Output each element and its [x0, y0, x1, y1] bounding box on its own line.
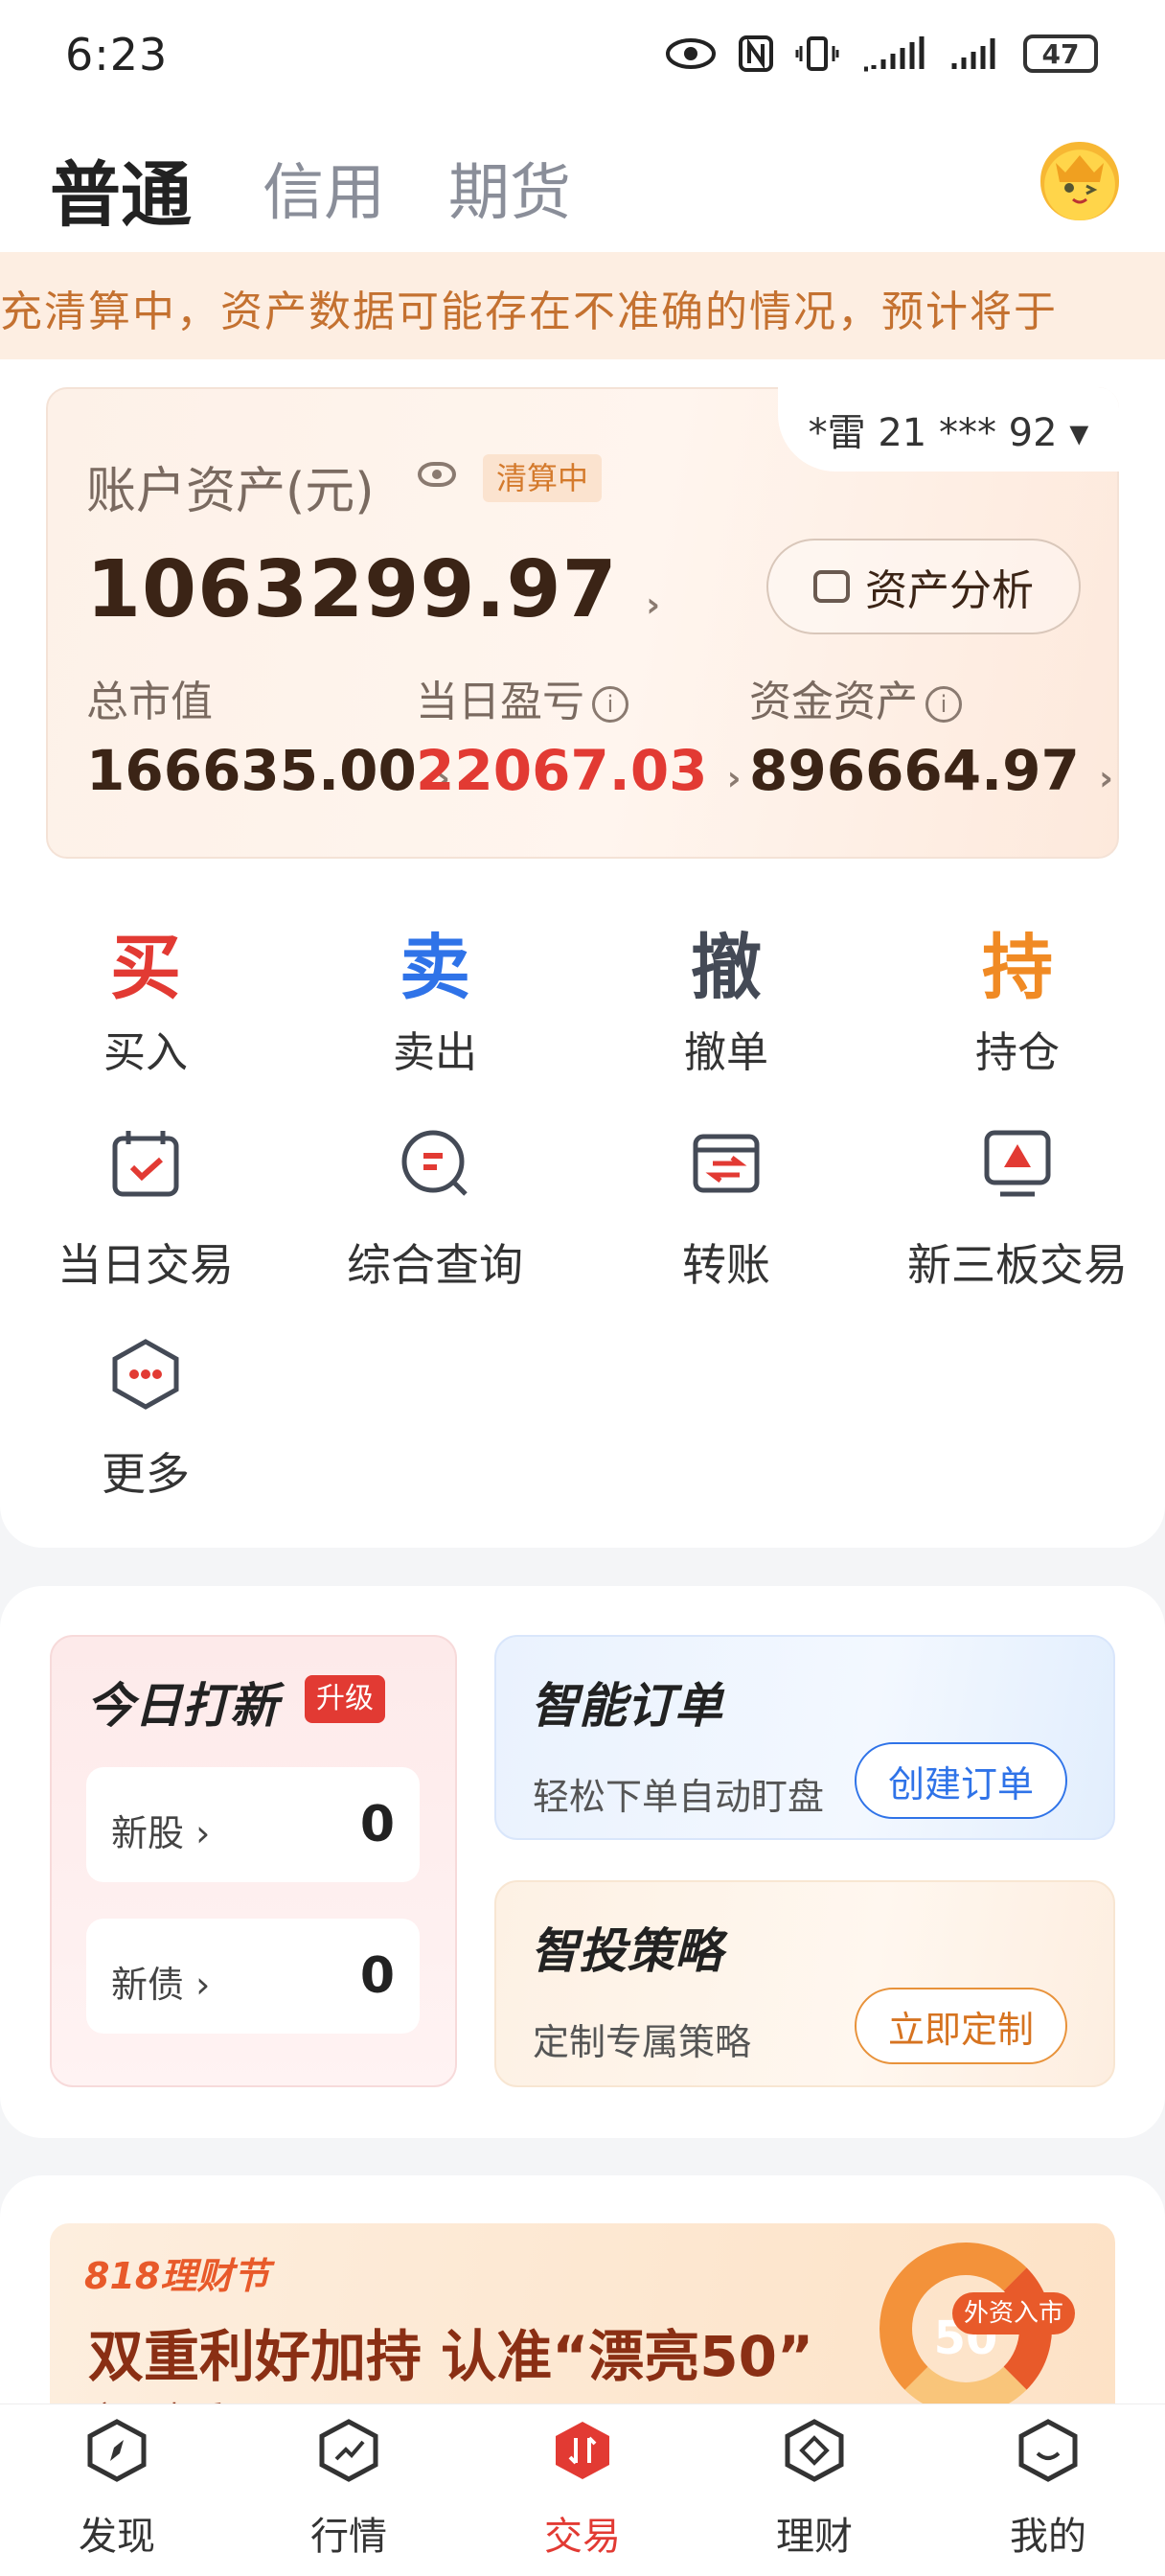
nav-label: 交易	[544, 2515, 621, 2559]
tab-normal[interactable]: 普通	[50, 138, 192, 241]
positions-button[interactable]: 持仓	[922, 1018, 1113, 1079]
analysis-icon	[813, 570, 850, 603]
nav-label: 理财	[776, 2515, 853, 2559]
total-assets-label: 账户资产(元)	[86, 463, 375, 520]
more-dots-icon[interactable]	[109, 1338, 182, 1411]
nav-trade[interactable]: 交易	[506, 2419, 659, 2561]
ipo-title: 今日打新	[86, 1678, 278, 1734]
cash-assets-label: 资金资产 i	[749, 667, 962, 728]
smart-order-title: 智能订单	[531, 1678, 722, 1734]
cash-assets-value[interactable]: 896664.97 ›	[749, 738, 1113, 803]
monitor-icon[interactable]	[981, 1127, 1054, 1200]
info-icon[interactable]: i	[925, 686, 962, 723]
asset-analysis-label: 资产分析	[865, 566, 1034, 615]
customize-button[interactable]: 立即定制	[855, 1988, 1067, 2064]
buy-button[interactable]: 买入	[50, 1018, 241, 1079]
nav-profile[interactable]: 我的	[971, 2419, 1125, 2561]
battery-indicator: 47	[1023, 34, 1098, 73]
status-icons: 47	[665, 34, 1098, 73]
trade-icon	[556, 2422, 609, 2479]
calendar-check-icon[interactable]	[109, 1127, 182, 1200]
daily-pnl-value[interactable]: 22067.03 ›	[416, 738, 742, 803]
avatar[interactable]	[1040, 142, 1119, 220]
daily-trades-button[interactable]: 当日交易	[2, 1230, 289, 1294]
promo-ring-badge: 外资入市	[952, 2292, 1076, 2334]
nav-discover[interactable]: 发现	[40, 2419, 194, 2561]
new-bond-label: 新债 ›	[111, 1964, 211, 2006]
market-value[interactable]: 166635.00 ›	[86, 738, 450, 803]
more-button[interactable]: 更多	[2, 1439, 289, 1503]
positions-icon[interactable]: 持	[922, 910, 1113, 1013]
total-assets-value[interactable]: 1063299.97 ›	[86, 544, 661, 635]
new-bond-row[interactable]: 新债 › 0	[86, 1919, 420, 2034]
neeq-trading-button[interactable]: 新三板交易	[874, 1230, 1161, 1294]
strategy-title: 智投策略	[531, 1923, 722, 1979]
promo-tag: 818理财节	[84, 2255, 270, 2297]
status-badge: 清算中	[483, 454, 603, 502]
inquiry-button[interactable]: 综合查询	[291, 1230, 579, 1294]
sell-button[interactable]: 卖出	[339, 1018, 531, 1079]
info-icon[interactable]: i	[592, 686, 628, 723]
toggle-visibility-icon[interactable]	[418, 462, 456, 487]
notice-text: 充清算中，资产数据可能存在不准确的情况，预计将于	[0, 288, 1058, 336]
asset-analysis-button[interactable]: 资产分析	[766, 539, 1081, 634]
nav-label: 发现	[79, 2515, 155, 2559]
buy-icon[interactable]: 买	[50, 910, 241, 1013]
new-stock-row[interactable]: 新股 › 0	[86, 1767, 420, 1882]
new-stock-label: 新股 ›	[111, 1812, 211, 1854]
search-doc-icon[interactable]	[399, 1127, 471, 1200]
vibrate-icon	[795, 36, 839, 71]
cancel-order-button[interactable]: 撤单	[630, 1018, 822, 1079]
daily-pnl-label: 当日盈亏 i	[416, 667, 628, 728]
eye-icon	[666, 38, 716, 69]
cancel-order-icon[interactable]: 撤	[630, 910, 822, 1013]
create-order-button[interactable]: 创建订单	[855, 1742, 1067, 1819]
signal-icon	[864, 36, 925, 72]
chart-icon	[319, 2419, 378, 2482]
sell-icon[interactable]: 卖	[339, 910, 531, 1013]
market-value-label: 总市值	[86, 678, 213, 726]
transfer-button[interactable]: 转账	[582, 1230, 870, 1294]
nav-wealth[interactable]: 理财	[738, 2419, 891, 2561]
promo-headline: 双重利好加持 认准“漂亮50”	[88, 2324, 814, 2389]
account-selector[interactable]: *雷 21 *** 92 ▾	[778, 387, 1119, 472]
new-stock-count: 0	[359, 1796, 395, 1853]
mascot-icon	[1056, 155, 1104, 204]
transfer-icon[interactable]	[690, 1127, 763, 1200]
diamond-icon	[785, 2419, 844, 2482]
notice-banner[interactable]: 充清算中，资产数据可能存在不准确的情况，预计将于	[0, 252, 1165, 359]
signal-icon-2	[951, 38, 995, 69]
nav-label: 我的	[1010, 2515, 1086, 2559]
strategy-subtitle: 定制专属策略	[533, 2021, 752, 2063]
upgrade-badge[interactable]: 升级	[305, 1675, 385, 1723]
compass-icon	[87, 2419, 147, 2482]
nav-label: 行情	[310, 2515, 387, 2559]
new-bond-count: 0	[359, 1947, 395, 2005]
tab-futures[interactable]: 期货	[448, 144, 571, 232]
status-time: 6:23	[65, 29, 169, 80]
tab-credit[interactable]: 信用	[263, 144, 385, 232]
smart-order-subtitle: 轻松下单自动盯盘	[533, 1776, 825, 1818]
smile-icon	[1018, 2419, 1078, 2482]
nav-market[interactable]: 行情	[272, 2419, 425, 2561]
nfc-icon	[739, 35, 773, 72]
